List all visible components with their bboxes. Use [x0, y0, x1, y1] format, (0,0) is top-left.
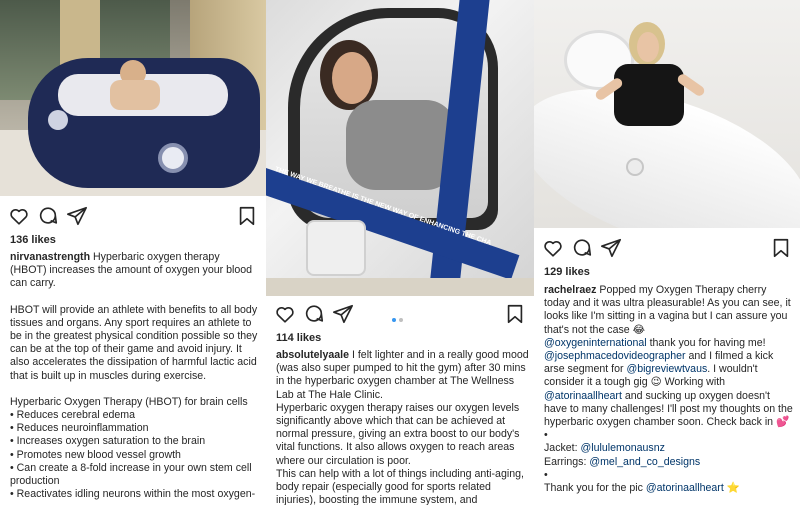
list-item: • Reduces cerebral edema [10, 409, 136, 422]
post-nirvanastrength: 136 likes nirvanastrength Hyperbaric oxy… [0, 0, 266, 505]
post-absolutelyaale: THE WAY WE BREATHE IS THE NEW WAY OF ENH… [266, 0, 534, 505]
caption-text: Jacket: [544, 442, 581, 455]
comment-icon[interactable] [303, 303, 325, 325]
post-photo[interactable]: THE WAY WE BREATHE IS THE NEW WAY OF ENH… [266, 0, 534, 296]
bookmark-icon[interactable] [770, 237, 792, 259]
post-caption: absolutelyaale I felt lighter and in a r… [276, 349, 530, 505]
share-icon[interactable] [66, 205, 88, 227]
heart-icon[interactable] [542, 237, 564, 259]
post-caption: nirvanastrength Hyperbaric oxygen therap… [10, 251, 258, 501]
list-item: • Reduces neuroinflammation [10, 422, 149, 435]
bookmark-icon[interactable] [236, 205, 258, 227]
username[interactable]: rachelraez [544, 284, 596, 296]
post-rachelraez: 129 likes rachelraez Popped my Oxygen Th… [534, 0, 800, 505]
comment-icon[interactable] [571, 237, 593, 259]
mention-link[interactable]: @josephmacedovideographer [544, 350, 686, 362]
bookmark-icon[interactable] [504, 303, 526, 325]
post-photo[interactable] [534, 0, 800, 228]
mention-link[interactable]: @atorinaallheart [646, 482, 724, 494]
star-emoji: ⭐ [723, 482, 740, 495]
caption-text: thank you for having me! [646, 336, 766, 349]
list-heading: Hyperbaric Oxygen Therapy (HBOT) for bra… [10, 395, 248, 408]
heart-icon[interactable] [274, 303, 296, 325]
username[interactable]: absolutelyaale [276, 349, 349, 361]
carousel-dot [399, 318, 403, 322]
caption-paragraph: HBOT will provide an athlete with benefi… [10, 303, 258, 382]
caption-text: Thank you for the pic [544, 482, 646, 495]
comment-icon[interactable] [37, 205, 59, 227]
like-count[interactable]: 136 likes [10, 234, 56, 246]
carousel-dots [392, 309, 412, 322]
mention-link[interactable]: @lululemonausnz [581, 442, 665, 454]
like-count[interactable]: 129 likes [544, 266, 590, 278]
post-caption: rachelraez Popped my Oxygen Therapy cher… [544, 284, 794, 495]
bullet-separator: • [544, 429, 548, 442]
bullet-separator: • [544, 468, 548, 481]
mention-link[interactable]: @atorinaallheart [544, 390, 622, 402]
mention-link[interactable]: @oxygeninternational [544, 337, 647, 349]
mention-link[interactable]: @mel_and_co_designs [589, 456, 700, 468]
caption-text: Earrings: [544, 455, 590, 468]
post-photo[interactable] [0, 0, 266, 196]
share-icon[interactable] [332, 303, 354, 325]
username[interactable]: nirvanastrength [10, 251, 90, 263]
heart-icon[interactable] [8, 205, 30, 227]
caption-paragraph: Hyperbaric oxygen therapy raises our oxy… [276, 401, 520, 467]
carousel-dot-active [392, 318, 396, 322]
mention-link[interactable]: @bigreviewtvaus [626, 363, 707, 375]
like-count[interactable]: 114 likes [276, 332, 321, 344]
share-icon[interactable] [600, 237, 622, 259]
action-bar [0, 203, 266, 229]
caption-paragraph: This can help with a lot of things inclu… [276, 467, 524, 505]
list-item: • Can create a 8-fold increase in your o… [10, 461, 252, 488]
action-bar [534, 235, 800, 261]
list-item: • Increases oxygen saturation to the bra… [10, 435, 206, 448]
list-item: • Promotes new blood vessel growth [10, 448, 181, 461]
list-item: • Reactivates idling neurons within the … [10, 488, 256, 501]
